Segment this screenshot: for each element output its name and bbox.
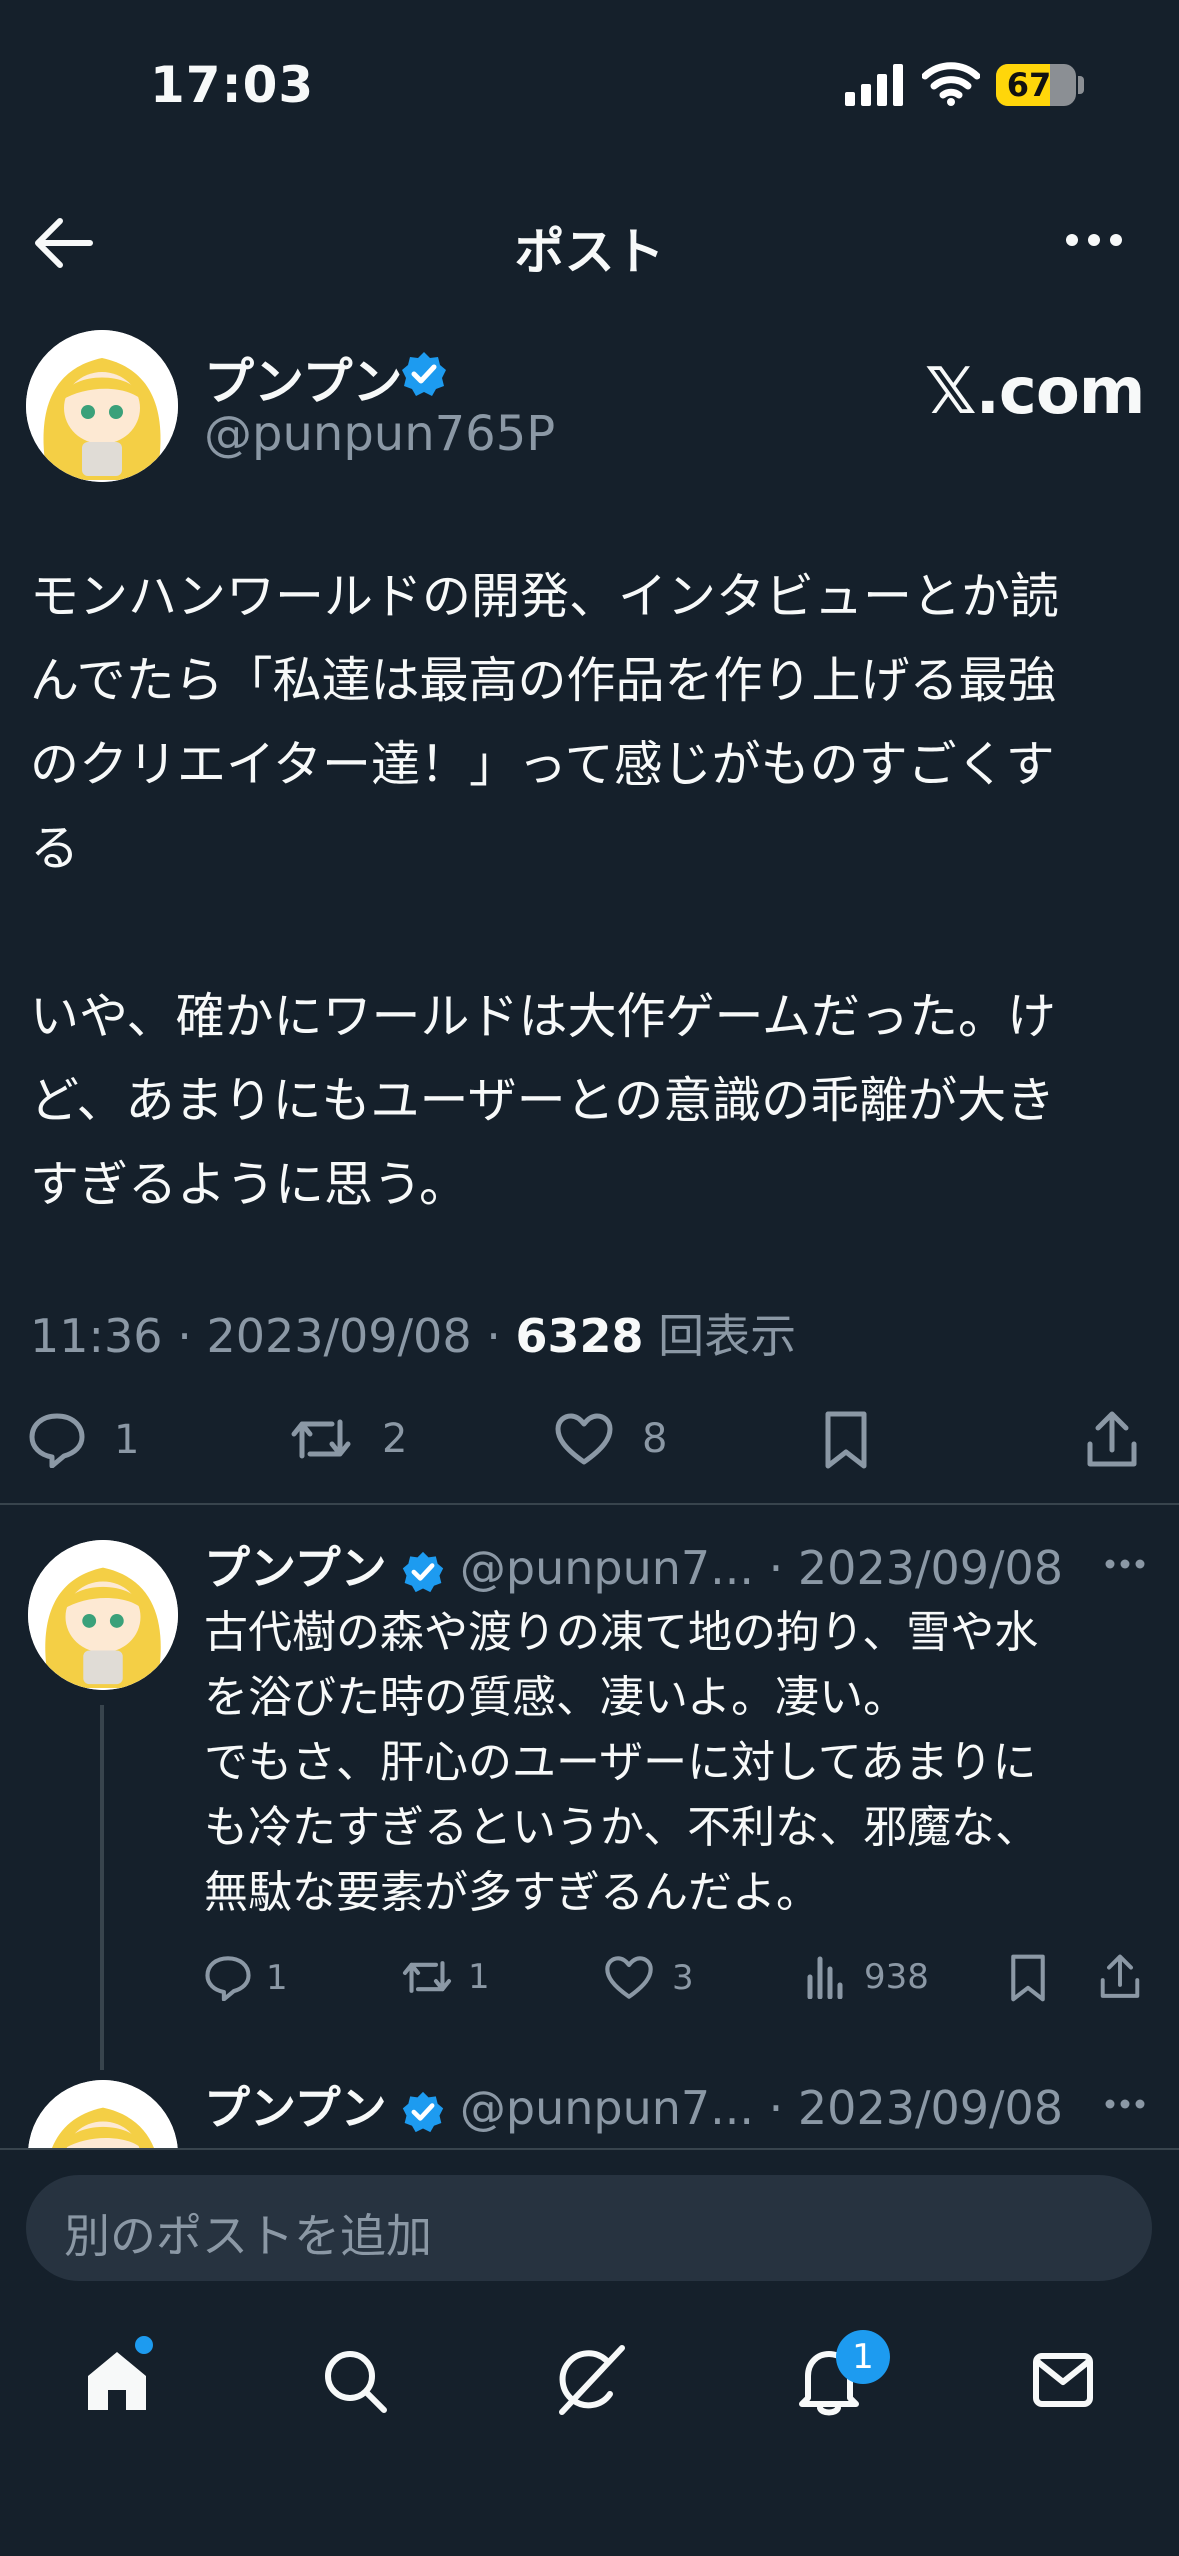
share-icon[interactable]: [1084, 1410, 1140, 1470]
page-title: ポスト: [514, 223, 665, 281]
reply-action[interactable]: 1: [28, 1412, 139, 1468]
view-count: 938: [864, 1957, 929, 1997]
home-icon[interactable]: [84, 2348, 150, 2414]
like-count: 3: [672, 1957, 694, 1998]
meta-separator: ·: [754, 2081, 798, 2135]
avatar[interactable]: [26, 330, 178, 482]
repost-action[interactable]: 1: [400, 1955, 490, 1999]
post-text: モンハンワールドの開発、インタビューとか読 んでたら「私達は最高の作品を作り上げ…: [30, 568, 1060, 1213]
analytics-icon: [807, 1956, 843, 1999]
like-count: 8: [642, 1416, 668, 1462]
repost-icon: [291, 1419, 351, 1459]
add-post-composer[interactable]: 別のポストを追加: [26, 2175, 1152, 2281]
repost-action[interactable]: 2: [288, 1412, 407, 1466]
view-count[interactable]: 6328: [515, 1309, 643, 1363]
post-meta: 11:36 · 2023/09/08 · 6328 回表示: [30, 1300, 796, 1366]
thread-line: [100, 1705, 104, 2070]
reply-icon: [205, 1956, 251, 2001]
bookmark-icon[interactable]: [824, 1410, 868, 1470]
like-action[interactable]: 8: [554, 1412, 667, 1466]
avatar[interactable]: [28, 1540, 178, 1690]
heart-icon: [555, 1413, 613, 1465]
notification-badge: 1: [836, 2330, 890, 2384]
author-name[interactable]: プンプン: [204, 342, 403, 414]
battery-percent: 67: [1006, 66, 1052, 104]
post-time: 11:36: [30, 1309, 163, 1363]
verified-badge-icon: [403, 1551, 444, 1592]
reply-date: 2023/09/08: [797, 1541, 1064, 1595]
reply-icon: [29, 1413, 85, 1468]
reply-header: プンプン @punpun7... · 2023/09/08: [204, 2072, 1063, 2138]
reply-text: 古代樹の森や渡りの凍て地の拘り、雪や水 を浴びた時の質感、凄いよ。凄い。 でもさ…: [204, 1607, 1040, 1918]
battery-cap: [1078, 76, 1084, 94]
reply-date: 2023/09/08: [797, 2081, 1064, 2135]
reply-author-handle[interactable]: @punpun7...: [460, 1541, 754, 1595]
more-options-icon[interactable]: [1064, 232, 1124, 248]
avatar-image: [28, 1540, 178, 1690]
meta-separator: ·: [754, 1541, 798, 1595]
battery-indicator: 67: [996, 64, 1076, 106]
post-date: 2023/09/08: [206, 1309, 472, 1363]
verified-badge-icon: [403, 2091, 444, 2132]
tab-bar: [0, 2300, 1179, 2556]
heart-icon: [605, 1956, 653, 1999]
more-options-icon[interactable]: [1104, 1558, 1146, 1570]
views-action[interactable]: 938: [806, 1955, 929, 1999]
messages-envelope-icon[interactable]: [1032, 2352, 1094, 2408]
repost-icon: [402, 1961, 452, 1993]
composer-placeholder: 別のポストを追加: [64, 2209, 432, 2263]
view-label: 回表示: [658, 1309, 797, 1363]
grok-icon[interactable]: [556, 2344, 626, 2416]
bookmark-icon[interactable]: [1010, 1953, 1046, 2003]
share-icon[interactable]: [1098, 1953, 1142, 2001]
cellular-signal-icon: [845, 64, 903, 106]
home-new-indicator: [135, 2336, 153, 2354]
avatar-image: [26, 330, 178, 482]
avatar[interactable]: [28, 2080, 178, 2148]
reply-author-name[interactable]: プンプン: [204, 1541, 387, 1595]
reply-action[interactable]: 1: [204, 1955, 288, 2001]
repost-count: 1: [468, 1957, 490, 1997]
xcom-label: 𝕏.com: [925, 355, 1145, 429]
verified-badge-icon: [402, 352, 446, 396]
reply-header: プンプン @punpun7... · 2023/09/08: [204, 1532, 1063, 1598]
reply-author-name[interactable]: プンプン: [204, 2081, 387, 2135]
author-handle[interactable]: @punpun765P: [204, 406, 555, 462]
divider: [0, 1503, 1179, 1505]
reply-count: 1: [266, 1958, 288, 1998]
search-icon[interactable]: [322, 2348, 388, 2414]
reply-count: 1: [114, 1417, 140, 1463]
meta-separator: ·: [471, 1309, 516, 1363]
meta-separator: ·: [162, 1309, 207, 1363]
status-time: 17:03: [150, 56, 315, 114]
divider: [0, 2148, 1179, 2150]
like-action[interactable]: 3: [604, 1955, 694, 2000]
repost-count: 2: [382, 1416, 408, 1462]
more-options-icon[interactable]: [1104, 2098, 1146, 2110]
wifi-icon: [922, 62, 980, 106]
avatar-image: [28, 2080, 178, 2148]
reply-2[interactable]: プンプン @punpun7... · 2023/09/08: [0, 2060, 1179, 2148]
reply-author-handle[interactable]: @punpun7...: [460, 2081, 754, 2135]
